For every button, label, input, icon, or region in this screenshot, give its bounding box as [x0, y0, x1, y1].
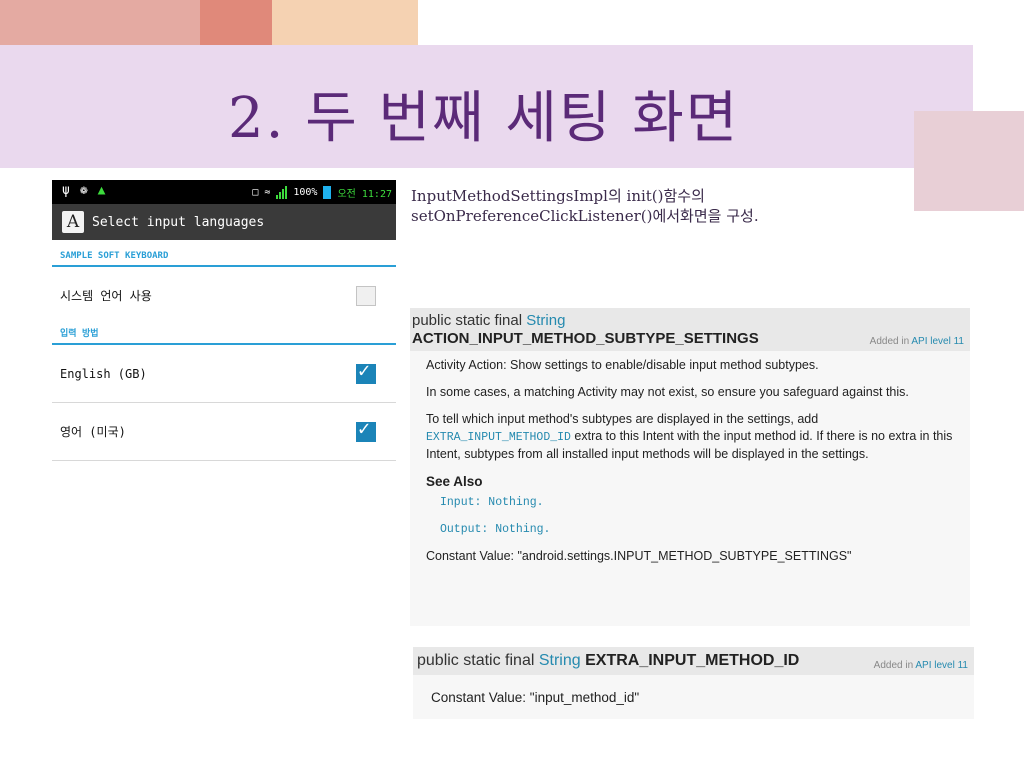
- api-doc-body: Activity Action: Show settings to enable…: [410, 351, 970, 565]
- android-icon: ▲: [97, 183, 106, 198]
- checkbox-english-gb[interactable]: [356, 358, 376, 384]
- api-added-in: Added in API level 11: [874, 660, 968, 671]
- api-doc-action-input-method-subtype-settings: public static final String ACTION_INPUT_…: [410, 308, 970, 626]
- checkbox-english-us[interactable]: [356, 416, 376, 442]
- extra-input-method-id-link[interactable]: EXTRA_INPUT_METHOD_ID: [426, 431, 571, 444]
- usb-icon: ψ: [62, 183, 70, 198]
- api-constant-name: EXTRA_INPUT_METHOD_ID: [585, 652, 800, 669]
- pref-label: 영어 (미국): [60, 425, 126, 439]
- api-level-link[interactable]: API level 11: [911, 336, 964, 347]
- checkbox-system-language[interactable]: [356, 285, 376, 306]
- api-added-label: Added in: [869, 336, 910, 347]
- slide-title: 2. 두 번째 세팅 화면: [228, 86, 740, 151]
- clock: 오전 11:27: [337, 189, 392, 200]
- api-doc-header: public static final String ACTION_INPUT_…: [410, 308, 970, 351]
- api-level-link[interactable]: API level 11: [915, 660, 968, 671]
- section-header-input-method: 입력 방법: [52, 324, 396, 345]
- api-added-in: Added in API level 11: [870, 336, 964, 347]
- constant-value: Constant Value: "android.settings.INPUT_…: [426, 549, 852, 563]
- status-bar: ψ ❁ ▲ □ ≈ 100% 오전 11:27: [52, 180, 396, 204]
- vibrate-icon: □: [252, 187, 259, 198]
- battery-percent: 100%: [293, 187, 318, 198]
- api-modifiers: public static final: [412, 312, 523, 329]
- api-modifiers: public static final: [417, 652, 535, 669]
- constant-value: Constant Value: "input_method_id": [431, 690, 640, 705]
- keyboard-app-icon: A: [62, 211, 84, 233]
- api-para: Activity Action: Show settings to enable…: [426, 358, 819, 372]
- see-also-heading: See Also: [426, 474, 483, 489]
- api-para: To tell which input method's subtypes ar…: [426, 411, 960, 463]
- api-para-text: To tell which input method's subtypes ar…: [426, 412, 819, 426]
- api-added-label: Added in: [873, 660, 914, 671]
- description-line-1: InputMethodSettingsImpl의 init()함수의: [411, 187, 705, 205]
- section-header-sample-keyboard: SAMPLE SOFT KEYBOARD: [52, 240, 396, 267]
- api-doc-header: public static final String EXTRA_INPUT_M…: [413, 647, 974, 675]
- pref-language-english-us[interactable]: 영어 (미국): [52, 403, 396, 461]
- phone-screenshot: ψ ❁ ▲ □ ≈ 100% 오전 11:27 A Select input l…: [52, 180, 396, 480]
- debug-bug-icon: ❁: [79, 183, 88, 198]
- battery-icon: [323, 186, 332, 199]
- slide-description: InputMethodSettingsImpl의 init()함수의 setOn…: [411, 186, 901, 226]
- api-doc-extra-input-method-id: public static final String EXTRA_INPUT_M…: [413, 647, 974, 719]
- pref-use-system-language[interactable]: 시스템 언어 사용: [52, 267, 396, 324]
- input-note: Input: Nothing.: [440, 496, 544, 509]
- pref-language-english-gb[interactable]: English (GB): [52, 345, 396, 403]
- action-bar: A Select input languages: [52, 204, 396, 240]
- pref-label: English (GB): [60, 366, 147, 381]
- api-doc-body: Constant Value: "input_method_id": [413, 675, 974, 706]
- description-line-2: setOnPreferenceClickListener()에서화면을 구성.: [411, 207, 759, 225]
- api-para: In some cases, a matching Activity may n…: [426, 385, 909, 399]
- signal-icon: [276, 186, 288, 199]
- api-type-link[interactable]: String: [539, 652, 581, 669]
- decor-block-pink: [914, 111, 1024, 211]
- pref-label: 시스템 언어 사용: [60, 289, 152, 303]
- api-type-link[interactable]: String: [526, 312, 565, 329]
- screen-title: Select input languages: [92, 214, 265, 230]
- wifi-icon: ≈: [264, 187, 271, 198]
- output-note: Output: Nothing.: [440, 523, 551, 536]
